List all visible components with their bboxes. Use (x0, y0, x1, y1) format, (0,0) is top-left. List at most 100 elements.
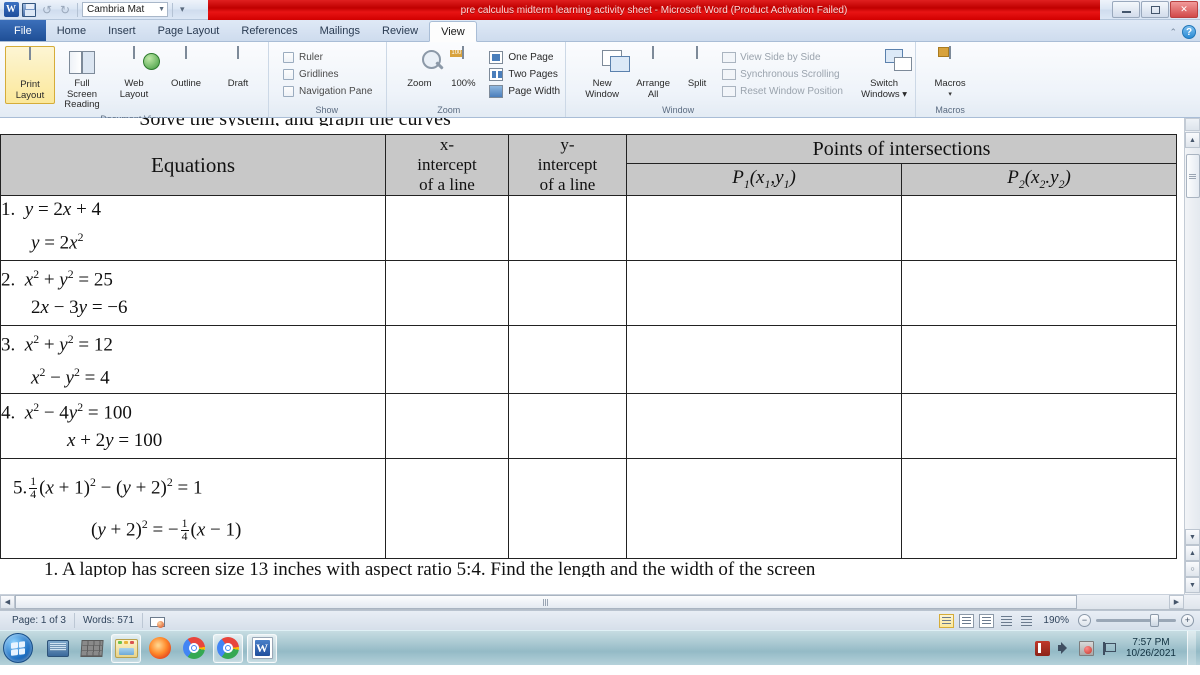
word-logo-icon[interactable]: W (3, 2, 19, 18)
font-name-box[interactable]: Cambria Mat ▼ (82, 2, 168, 17)
equations-cell-3[interactable]: 3. x2 + y2 = 12 x2 − y2 = 4 (0, 325, 386, 394)
gridlines-checkbox-row[interactable]: Gridlines (281, 66, 338, 83)
tab-file[interactable]: File (0, 20, 46, 41)
navigation-pane-checkbox[interactable] (283, 86, 294, 97)
x-intercept-cell-4[interactable] (385, 392, 509, 459)
ruler-toggle-icon[interactable] (1185, 118, 1200, 131)
help-icon[interactable]: ? (1182, 25, 1196, 39)
qat-more-icon[interactable]: ▾ (177, 4, 188, 15)
p1-cell-5[interactable] (626, 457, 902, 559)
print-layout-button[interactable]: Print Layout (5, 46, 55, 104)
p1-cell-1[interactable] (626, 195, 902, 261)
view-side-by-side-button[interactable]: View Side by Side (722, 49, 856, 66)
table-row[interactable]: 1. y = 2x + 4 y = 2x2 (0, 195, 1178, 261)
select-browse-object-button[interactable]: ○ (1185, 561, 1200, 577)
table-row[interactable]: 4. x2 − 4y2 = 100 x + 2y = 100 (0, 392, 1178, 459)
show-desktop-button[interactable] (1187, 631, 1196, 665)
draft-view-icon[interactable] (1019, 614, 1034, 628)
volume-icon[interactable] (1057, 641, 1072, 656)
equations-cell-5[interactable]: 5. 1 4 (x + 1)2 − (y + 2)2 = 1 (y + 2)2 = −… (0, 457, 386, 559)
arrange-all-button[interactable]: Arrange All (630, 46, 676, 102)
x-intercept-cell-1[interactable] (385, 195, 509, 261)
taskbar-item-brick-wall[interactable] (77, 634, 107, 663)
taskbar-item-chrome-2[interactable] (213, 633, 243, 663)
chevron-down-icon[interactable]: ▾ (948, 90, 952, 101)
collapse-ribbon-icon[interactable]: ⌃ (1169, 27, 1177, 38)
web-layout-view-icon[interactable] (979, 613, 995, 628)
start-button[interactable] (3, 633, 33, 663)
tab-insert[interactable]: Insert (97, 21, 147, 41)
table-row[interactable]: 3. x2 + y2 = 12 x2 − y2 = 4 (0, 325, 1178, 394)
zoom-button[interactable]: Zoom (397, 46, 441, 92)
scroll-down-button[interactable]: ▼ (1185, 529, 1200, 545)
taskbar-item-word[interactable]: W (247, 633, 277, 663)
y-intercept-cell-4[interactable] (508, 392, 627, 459)
gridlines-checkbox[interactable] (283, 69, 294, 80)
media-icon[interactable] (1078, 640, 1094, 656)
synchronous-scrolling-button[interactable]: Synchronous Scrolling (722, 66, 856, 83)
draft-button[interactable]: Draft (213, 46, 263, 92)
restore-button[interactable] (1141, 1, 1169, 18)
full-screen-reading-view-icon[interactable] (959, 613, 975, 628)
vertical-scroll-thumb[interactable] (1185, 154, 1200, 198)
undo-icon[interactable]: ↺ (39, 2, 55, 18)
new-window-button[interactable]: New Window (576, 46, 628, 102)
horizontal-scrollbar[interactable]: ◀ ▶ (0, 594, 1200, 609)
p2-cell-4[interactable] (900, 392, 1178, 459)
table-row[interactable]: 2. x2 + y2 = 25 2x − 3y = −6 (0, 260, 1178, 326)
zoom-in-button[interactable]: + (1181, 614, 1194, 627)
y-intercept-cell-2[interactable] (508, 260, 627, 326)
table-row[interactable]: 5. 1 4 (x + 1)2 − (y + 2)2 = 1 (y + 2)2 = −… (0, 457, 1178, 559)
outline-button[interactable]: Outline (161, 46, 211, 92)
reset-window-position-button[interactable]: Reset Window Position (722, 83, 856, 100)
p2-cell-3[interactable] (900, 325, 1178, 394)
previous-page-button[interactable]: ▲ (1185, 545, 1200, 561)
p1-cell-4[interactable] (626, 392, 902, 459)
one-page-button[interactable]: One Page (489, 49, 560, 66)
document-canvas[interactable]: Solve the system, and graph the curves E… (0, 118, 1200, 610)
taskbar-item-firefox[interactable] (145, 634, 175, 663)
equations-cell-4[interactable]: 4. x2 − 4y2 = 100 x + 2y = 100 (0, 392, 386, 459)
taskbar-item-file-explorer[interactable] (111, 633, 141, 663)
zoom-100-button[interactable]: 100% (443, 46, 483, 92)
web-layout-button[interactable]: Web Layout (109, 46, 159, 102)
close-button[interactable]: ✕ (1170, 1, 1198, 18)
page-width-button[interactable]: Page Width (489, 83, 560, 100)
horizontal-scroll-track[interactable] (15, 595, 1169, 609)
tab-review[interactable]: Review (371, 21, 429, 41)
x-intercept-cell-5[interactable] (385, 457, 509, 559)
p1-cell-3[interactable] (626, 325, 902, 394)
equations-cell-1[interactable]: 1. y = 2x + 4 y = 2x2 (0, 195, 386, 261)
chevron-down-icon[interactable]: ▼ (158, 3, 165, 17)
page-indicator[interactable]: Page: 1 of 3 (4, 613, 75, 628)
p2-cell-2[interactable] (900, 260, 1178, 326)
print-layout-view-icon[interactable] (939, 613, 955, 628)
vertical-scrollbar[interactable]: ▲ ▼ ▲ ○ ▼ (1184, 118, 1200, 609)
scroll-right-button[interactable]: ▶ (1169, 595, 1184, 609)
horizontal-scroll-thumb[interactable] (15, 595, 1077, 609)
redo-icon[interactable]: ↻ (57, 2, 73, 18)
navigation-pane-checkbox-row[interactable]: Navigation Pane (281, 83, 372, 100)
scroll-left-button[interactable]: ◀ (0, 595, 15, 609)
tab-home[interactable]: Home (46, 21, 97, 41)
y-intercept-cell-5[interactable] (508, 457, 627, 559)
x-intercept-cell-3[interactable] (385, 325, 509, 394)
zoom-slider[interactable] (1096, 614, 1176, 627)
network-icon[interactable] (1034, 640, 1050, 656)
zoom-level[interactable]: 190% (1039, 615, 1073, 626)
p2-cell-5[interactable] (900, 457, 1178, 559)
clock[interactable]: 7:57 PM 10/26/2021 (1123, 637, 1176, 659)
tab-page-layout[interactable]: Page Layout (147, 21, 231, 41)
outline-view-icon[interactable] (999, 614, 1014, 628)
taskbar-item-remote-desktop[interactable] (43, 634, 73, 663)
minimize-button[interactable] (1112, 1, 1140, 18)
action-center-icon[interactable] (1101, 641, 1116, 656)
switch-windows-button[interactable]: Switch Windows ▾ (858, 46, 910, 102)
p2-cell-1[interactable] (900, 195, 1178, 261)
equations-cell-2[interactable]: 2. x2 + y2 = 25 2x − 3y = −6 (0, 260, 386, 326)
tab-mailings[interactable]: Mailings (309, 21, 371, 41)
x-intercept-cell-2[interactable] (385, 260, 509, 326)
ruler-checkbox-row[interactable]: Ruler (281, 49, 323, 66)
word-count[interactable]: Words: 571 (75, 613, 143, 628)
tab-references[interactable]: References (230, 21, 308, 41)
